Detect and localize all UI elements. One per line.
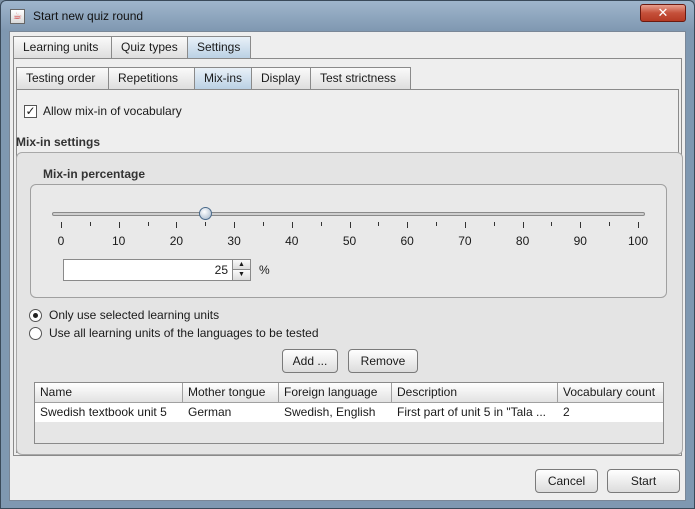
slider-tick [407, 222, 408, 228]
learning-units-table[interactable]: Name Mother tongue Foreign language Desc… [34, 382, 664, 444]
slider-tick-label: 30 [227, 234, 241, 248]
tab-learning-units[interactable]: Learning units [13, 36, 112, 58]
slider-tick-label: 100 [627, 234, 649, 248]
table-cell-foreign-language[interactable]: Swedish, English [279, 403, 392, 422]
slider-tick-label: 10 [112, 234, 126, 248]
slider-tick-label: 80 [515, 234, 530, 248]
radio-selected-units[interactable] [29, 308, 42, 322]
percentage-spinner[interactable]: 25 ▲ ▼ [63, 259, 251, 281]
slider-tick [551, 222, 552, 226]
tab-quiz-types[interactable]: Quiz types [111, 36, 188, 58]
slider-tick-label: 40 [285, 234, 299, 248]
column-header-vocabulary-count[interactable]: Vocabulary count [558, 383, 663, 403]
radio-all-label: Use all learning units of the languages … [49, 326, 319, 340]
remove-button[interactable]: Remove [348, 349, 418, 373]
slider-tick [580, 222, 581, 228]
slider-tick [205, 222, 206, 226]
slider-tick [436, 222, 437, 226]
dialog-client: Learning units Quiz types Settings Testi… [9, 31, 686, 501]
dialog-window: ☕ Start new quiz round ✕ Learning units … [0, 0, 695, 509]
slider-tick-label: 60 [400, 234, 414, 248]
allow-mixin-label: Allow mix-in of vocabulary [43, 104, 182, 118]
slider-tick [148, 222, 149, 226]
allow-mixin-checkbox[interactable]: ✓ [24, 104, 37, 118]
tab-settings[interactable]: Settings [187, 36, 251, 59]
slider-tick [609, 222, 610, 226]
slider-tick [292, 222, 293, 228]
tab-display[interactable]: Display [251, 67, 311, 89]
slider-tick [523, 222, 524, 228]
java-icon: ☕ [10, 9, 25, 24]
slider-tick [321, 222, 322, 226]
title-bar[interactable]: ☕ Start new quiz round ✕ [1, 1, 694, 31]
allow-mixin-row[interactable]: ✓ Allow mix-in of vocabulary [24, 104, 182, 118]
cancel-button[interactable]: Cancel [535, 469, 598, 493]
percentage-value[interactable]: 25 [215, 263, 228, 277]
table-cell-name[interactable]: Swedish textbook unit 5 [35, 403, 183, 422]
top-tab-bar: Learning units Quiz types Settings [13, 36, 251, 59]
slider-tick-label: 50 [342, 234, 357, 248]
slider-tick [176, 222, 177, 228]
spinner-up-icon[interactable]: ▲ [232, 260, 250, 270]
window-title: Start new quiz round [33, 9, 144, 23]
slider-tick [263, 222, 264, 226]
radio-selected-label: Only use selected learning units [49, 308, 220, 322]
slider-tick [90, 222, 91, 226]
mixin-settings-title: Mix-in settings [16, 135, 101, 149]
start-button[interactable]: Start [607, 469, 680, 493]
column-header-name[interactable]: Name [35, 383, 183, 403]
column-header-mother-tongue[interactable]: Mother tongue [183, 383, 279, 403]
sub-tab-bar: Testing order Repetitions Mix-ins Displa… [16, 67, 411, 90]
slider-tick-label: 0 [57, 234, 65, 248]
slider-tick-label: 20 [169, 234, 184, 248]
table-cell-vocabulary-count[interactable]: 2 [558, 403, 663, 422]
tab-mix-ins[interactable]: Mix-ins [194, 67, 252, 90]
slider-tick-label: 90 [573, 234, 587, 248]
spinner-down-icon[interactable]: ▼ [232, 270, 250, 280]
slider-tick [494, 222, 495, 226]
radio-all-row[interactable]: Use all learning units of the languages … [29, 326, 319, 340]
tab-repetitions[interactable]: Repetitions [108, 67, 195, 89]
radio-all-units[interactable] [29, 326, 42, 340]
slider-tick [61, 222, 62, 228]
column-header-description[interactable]: Description [392, 383, 558, 403]
table-cell-description[interactable]: First part of unit 5 in "Tala ... [392, 403, 558, 422]
slider-track[interactable] [52, 212, 645, 216]
slider-tick [465, 222, 466, 228]
slider-tick [378, 222, 379, 226]
add-button[interactable]: Add ... [282, 349, 338, 373]
tab-testing-order[interactable]: Testing order [16, 67, 109, 89]
column-header-foreign-language[interactable]: Foreign language [279, 383, 392, 403]
slider-tick [638, 222, 639, 228]
slider-tick [350, 222, 351, 228]
close-button[interactable]: ✕ [640, 4, 686, 22]
mixin-percentage-title: Mix-in percentage [43, 167, 146, 181]
percent-unit: % [259, 263, 270, 277]
slider-tick [234, 222, 235, 228]
tab-test-strictness[interactable]: Test strictness [310, 67, 411, 89]
table-cell-mother-tongue[interactable]: German [183, 403, 279, 422]
slider-tick-label: 70 [458, 234, 472, 248]
slider-tick [119, 222, 120, 228]
radio-selected-row[interactable]: Only use selected learning units [29, 308, 219, 322]
